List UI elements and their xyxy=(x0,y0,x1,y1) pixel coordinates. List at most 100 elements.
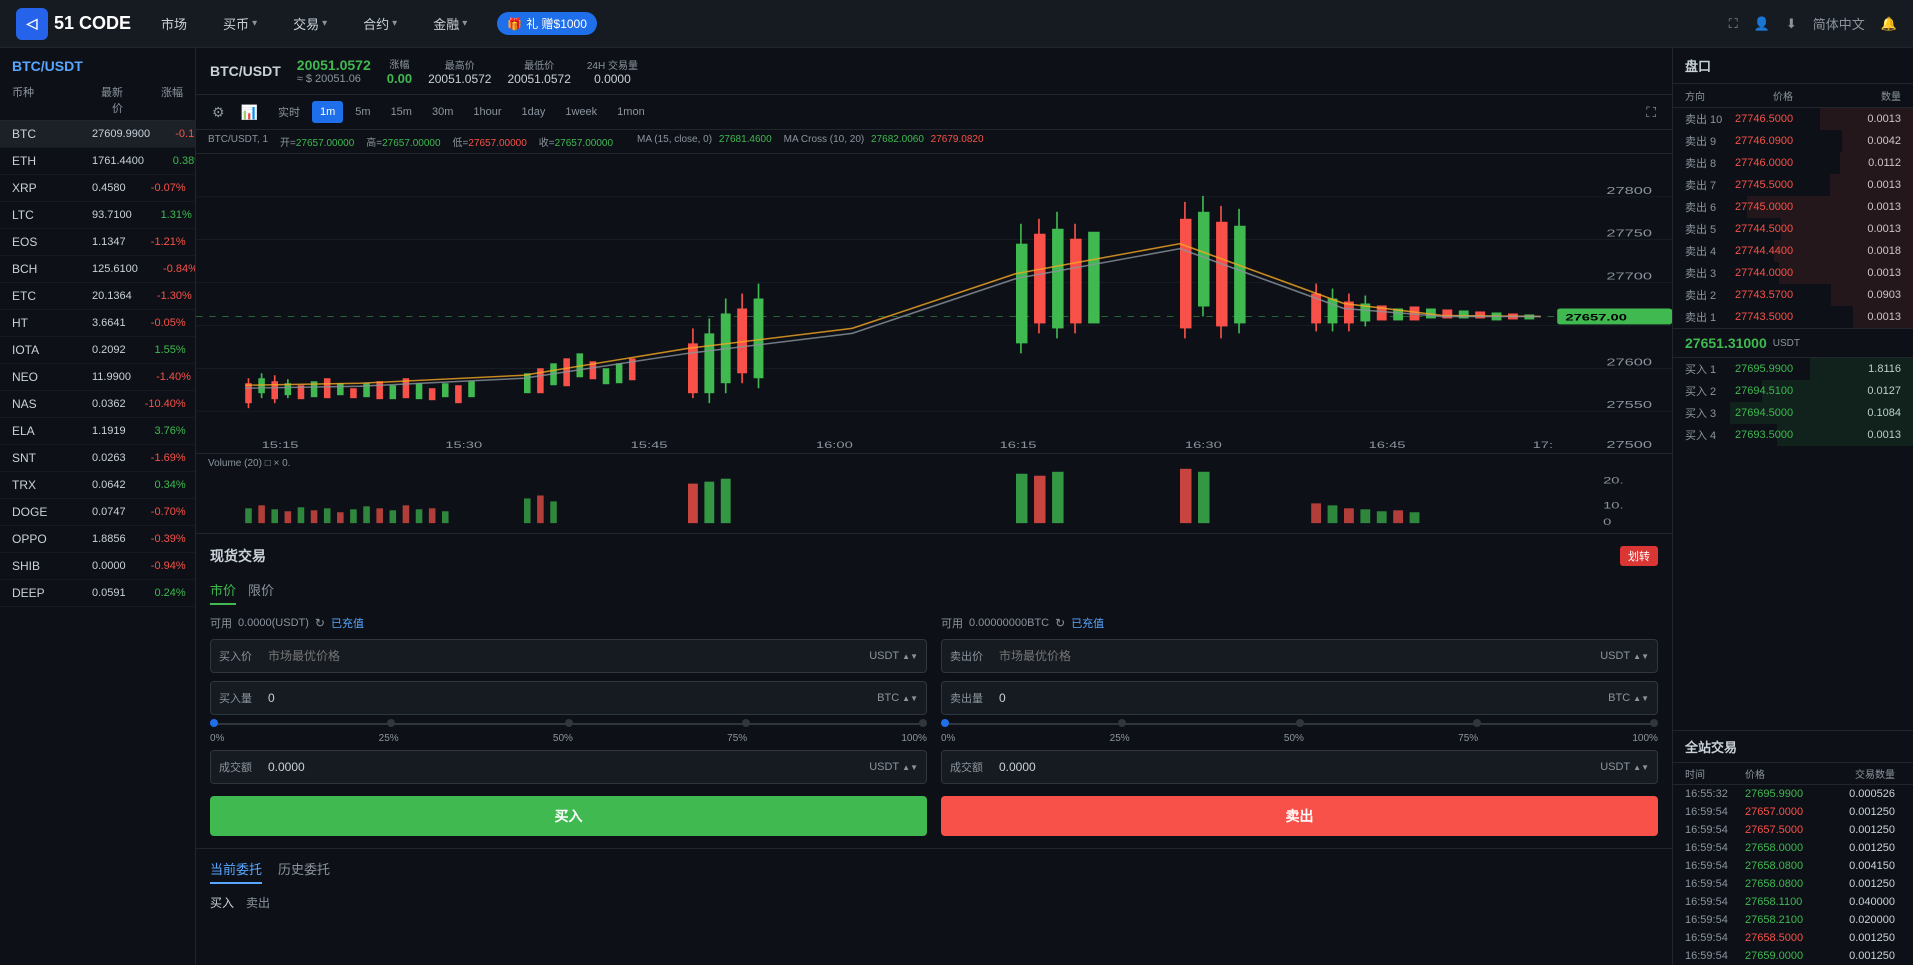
buy-total-input[interactable] xyxy=(260,754,861,780)
tab-market-price[interactable]: 市价 xyxy=(210,576,236,605)
nav-contract[interactable]: 合约 ▾ xyxy=(357,10,403,37)
sell-order-row-7[interactable]: 卖出 3 27744.0000 0.0013 xyxy=(1673,262,1913,284)
orders-subtab-buy[interactable]: 买入 xyxy=(210,892,234,913)
chart-expand-icon[interactable]: ⛶ xyxy=(1642,102,1660,123)
chart-time-btn-实时[interactable]: 实时 xyxy=(270,101,308,123)
sell-order-row-6[interactable]: 卖出 4 27744.4400 0.0018 xyxy=(1673,240,1913,262)
orders-subtab-sell[interactable]: 卖出 xyxy=(246,892,270,913)
buy-button[interactable]: 买入 xyxy=(210,796,927,836)
chart-time-btn-30m[interactable]: 30m xyxy=(424,101,461,123)
coin-row-shib[interactable]: SHIB 0.0000 -0.94% xyxy=(0,553,195,580)
buy-slider-dot-100[interactable] xyxy=(919,719,927,727)
buy-qty-stepper[interactable]: ▲▼ xyxy=(902,694,918,703)
buy-recharge-link[interactable]: 已充值 xyxy=(331,615,364,631)
sell-slider-dot-75[interactable] xyxy=(1473,719,1481,727)
sell-refresh-icon[interactable]: ↻ xyxy=(1055,616,1065,630)
coin-row-eth[interactable]: ETH 1761.4400 0.38% xyxy=(0,148,195,175)
header-download[interactable]: ⬇ xyxy=(1786,16,1797,32)
buy-order-row-0[interactable]: 买入 1 27695.9900 1.8116 xyxy=(1673,358,1913,380)
nav-buy[interactable]: 买币 ▾ xyxy=(217,10,263,37)
header-lang[interactable]: 简体中文 xyxy=(1813,14,1865,33)
buy-total-unit: USDT ▲▼ xyxy=(861,761,926,773)
sell-order-row-9[interactable]: 卖出 1 27743.5000 0.0013 xyxy=(1673,306,1913,328)
sell-qty-stepper[interactable]: ▲▼ xyxy=(1633,694,1649,703)
coin-change: 3.76% xyxy=(126,425,186,437)
sell-order-row-8[interactable]: 卖出 2 27743.5700 0.0903 xyxy=(1673,284,1913,306)
chart-time-btn-1hour[interactable]: 1hour xyxy=(465,101,509,123)
sell-slider-dot-25[interactable] xyxy=(1118,719,1126,727)
sell-slider-dot-100[interactable] xyxy=(1650,719,1658,727)
coin-row-deep[interactable]: DEEP 0.0591 0.24% xyxy=(0,580,195,607)
chart-price-block: 20051.0572 ≈ $ 20051.06 xyxy=(297,57,371,85)
chart-indicator-icon[interactable]: 📊 xyxy=(237,102,262,123)
buy-slider-dot-0[interactable] xyxy=(210,719,218,727)
sell-order-row-0[interactable]: 卖出 10 27746.5000 0.0013 xyxy=(1673,108,1913,130)
logo-text: 51 CODE xyxy=(54,13,131,34)
coin-row-eos[interactable]: EOS 1.1347 -1.21% xyxy=(0,229,195,256)
coin-row-doge[interactable]: DOGE 0.0747 -0.70% xyxy=(0,499,195,526)
buy-qty-input[interactable] xyxy=(260,685,869,711)
sell-order-row-3[interactable]: 卖出 7 27745.5000 0.0013 xyxy=(1673,174,1913,196)
coin-row-xrp[interactable]: XRP 0.4580 -0.07% xyxy=(0,175,195,202)
coin-row-btc[interactable]: BTC 27609.9900 -0.15% xyxy=(0,121,195,148)
coin-name: SNT xyxy=(12,451,92,465)
sell-order-row-2[interactable]: 卖出 8 27746.0000 0.0112 xyxy=(1673,152,1913,174)
chart-time-btn-1day[interactable]: 1day xyxy=(514,101,554,123)
sell-slider-dot-0[interactable] xyxy=(941,719,949,727)
sell-price-stepper[interactable]: ▲▼ xyxy=(1633,652,1649,661)
coin-row-bch[interactable]: BCH 125.6100 -0.84% xyxy=(0,256,195,283)
coin-row-etc[interactable]: ETC 20.1364 -1.30% xyxy=(0,283,195,310)
buy-slider-dot-50[interactable] xyxy=(565,719,573,727)
sell-order-row-1[interactable]: 卖出 9 27746.0900 0.0042 xyxy=(1673,130,1913,152)
sell-price-input[interactable] xyxy=(991,643,1592,669)
header-user[interactable]: 👤 xyxy=(1754,16,1770,32)
buy-slider-dot-25[interactable] xyxy=(387,719,395,727)
chart-time-btn-1week[interactable]: 1week xyxy=(557,101,605,123)
coin-name: BCH xyxy=(12,262,92,276)
chart-time-btn-5m[interactable]: 5m xyxy=(347,101,378,123)
chart-info-close: 收=27657.00000 xyxy=(539,134,613,149)
logo[interactable]: ◁ 51 CODE xyxy=(16,8,131,40)
sell-order-row-4[interactable]: 卖出 6 27745.0000 0.0013 xyxy=(1673,196,1913,218)
buy-price-stepper[interactable]: ▲▼ xyxy=(902,652,918,661)
buy-price-input[interactable] xyxy=(260,643,861,669)
header-fullscreen[interactable]: ⛶ xyxy=(1729,16,1738,32)
coin-row-oppo[interactable]: OPPO 1.8856 -0.39% xyxy=(0,526,195,553)
sell-order-row-5[interactable]: 卖出 5 27744.5000 0.0013 xyxy=(1673,218,1913,240)
coin-row-ltc[interactable]: LTC 93.7100 1.31% xyxy=(0,202,195,229)
buy-total-stepper[interactable]: ▲▼ xyxy=(902,763,918,772)
nav-finance[interactable]: 金融 ▾ xyxy=(427,10,473,37)
chart-time-btn-15m[interactable]: 15m xyxy=(383,101,420,123)
nav-market[interactable]: 市场 xyxy=(155,10,193,37)
orders-tab-history[interactable]: 历史委托 xyxy=(278,859,330,884)
coin-row-snt[interactable]: SNT 0.0263 -1.69% xyxy=(0,445,195,472)
nav-trade[interactable]: 交易 ▾ xyxy=(287,10,333,37)
trading-badge[interactable]: 划转 xyxy=(1620,546,1658,566)
buy-order-row-2[interactable]: 买入 3 27694.5000 0.1084 xyxy=(1673,402,1913,424)
coin-row-ht[interactable]: HT 3.6641 -0.05% xyxy=(0,310,195,337)
chart-settings-icon[interactable]: ⚙ xyxy=(208,102,229,123)
trade-price: 27657.5000 xyxy=(1745,824,1825,836)
coin-name: BTC xyxy=(12,127,92,141)
sell-total-stepper[interactable]: ▲▼ xyxy=(1633,763,1649,772)
buy-order-row-3[interactable]: 买入 4 27693.5000 0.0013 xyxy=(1673,424,1913,446)
sell-recharge-link[interactable]: 已充值 xyxy=(1071,615,1104,631)
buy-slider-dot-75[interactable] xyxy=(742,719,750,727)
sell-total-input[interactable] xyxy=(991,754,1592,780)
sell-qty-input[interactable] xyxy=(991,685,1600,711)
tab-limit-price[interactable]: 限价 xyxy=(248,576,274,605)
coin-row-ela[interactable]: ELA 1.1919 3.76% xyxy=(0,418,195,445)
sell-slider-dot-50[interactable] xyxy=(1296,719,1304,727)
coin-row-nas[interactable]: NAS 0.0362 -10.40% xyxy=(0,391,195,418)
coin-row-iota[interactable]: IOTA 0.2092 1.55% xyxy=(0,337,195,364)
buy-refresh-icon[interactable]: ↻ xyxy=(315,616,325,630)
coin-row-neo[interactable]: NEO 11.9900 -1.40% xyxy=(0,364,195,391)
chart-time-btn-1m[interactable]: 1m xyxy=(312,101,343,123)
gift-badge[interactable]: 🎁 礼 赠$1000 xyxy=(497,12,597,35)
chart-time-btn-1mon[interactable]: 1mon xyxy=(609,101,653,123)
orders-tab-current[interactable]: 当前委托 xyxy=(210,859,262,884)
buy-order-row-1[interactable]: 买入 2 27694.5100 0.0127 xyxy=(1673,380,1913,402)
coin-row-trx[interactable]: TRX 0.0642 0.34% xyxy=(0,472,195,499)
sell-button[interactable]: 卖出 xyxy=(941,796,1658,836)
header-notification[interactable]: 🔔 xyxy=(1881,16,1897,32)
